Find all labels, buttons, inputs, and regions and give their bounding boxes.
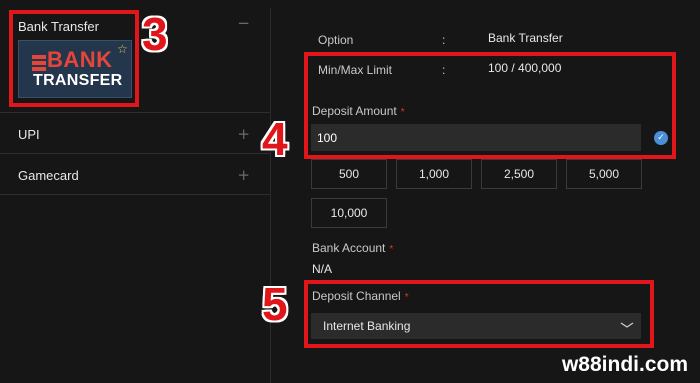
bank-account-value: N/A — [312, 262, 333, 276]
expand-icon[interactable]: + — [237, 125, 250, 143]
preset-amount-button[interactable]: 10,000 — [311, 198, 387, 228]
option-value: Bank Transfer — [488, 31, 563, 45]
collapse-icon[interactable]: − — [237, 14, 250, 32]
required-mark: * — [389, 244, 394, 255]
step-4-marker: 4 — [262, 113, 288, 165]
step-5-highlight-box — [304, 280, 654, 348]
option-label: Option — [318, 33, 354, 47]
option-separator: : — [442, 33, 446, 47]
preset-amount-button[interactable]: 2,500 — [481, 159, 557, 189]
step-3-marker: 3 — [142, 8, 168, 60]
method-label-gamecard: Gamecard — [18, 168, 79, 183]
preset-amount-button[interactable]: 500 — [311, 159, 387, 189]
step-3-highlight-box — [9, 10, 139, 107]
preset-amount-button[interactable]: 1,000 — [396, 159, 472, 189]
expand-icon[interactable]: + — [237, 166, 250, 184]
site-watermark: w88indi.com — [561, 353, 688, 376]
step-5-marker: 5 — [262, 278, 288, 330]
step-4-highlight-box — [304, 52, 676, 159]
method-upi[interactable]: UPI + — [0, 113, 270, 154]
method-label-upi: UPI — [18, 127, 40, 142]
method-gamecard[interactable]: Gamecard + — [0, 154, 270, 195]
preset-amount-button[interactable]: 5,000 — [566, 159, 642, 189]
bank-account-label: Bank Account * — [312, 241, 394, 255]
